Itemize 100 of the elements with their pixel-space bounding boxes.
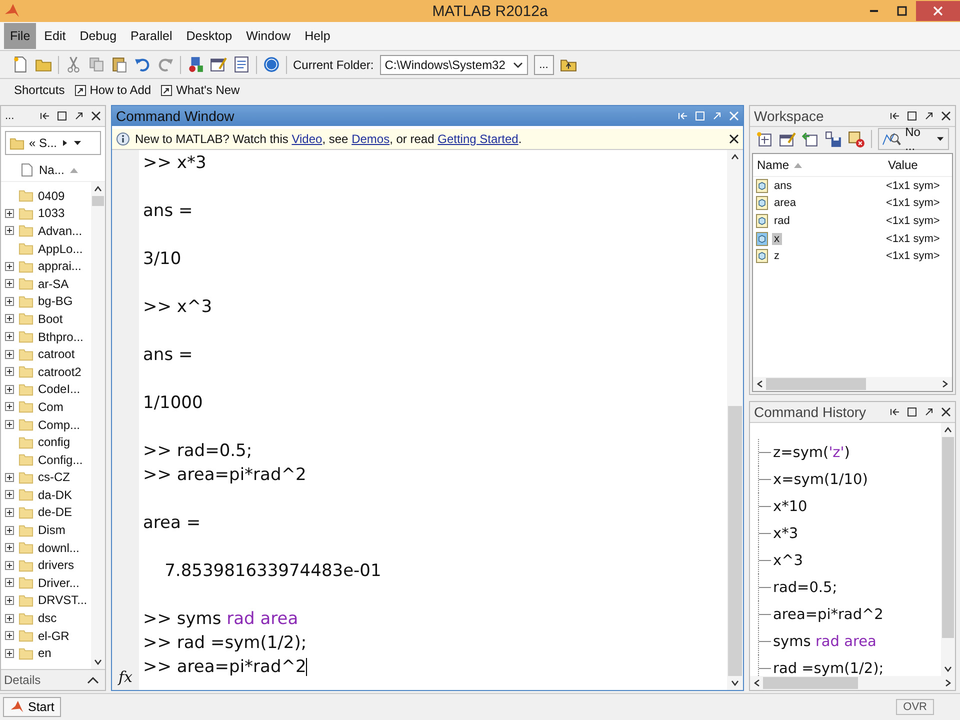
scrollbar[interactable] xyxy=(727,150,743,690)
expand-icon[interactable] xyxy=(5,402,14,412)
close-icon[interactable] xyxy=(941,111,951,121)
folder-name[interactable]: 1033 xyxy=(38,206,65,220)
history-entry[interactable]: x*3 xyxy=(773,526,798,542)
folder-name[interactable]: Com xyxy=(38,400,64,414)
function-browser-button[interactable]: fx xyxy=(118,668,132,686)
notice-link[interactable]: Demos xyxy=(352,132,390,146)
notice-link[interactable]: Video xyxy=(292,132,322,146)
menu-item[interactable]: Debug xyxy=(74,23,123,49)
menu-item[interactable]: Desktop xyxy=(180,23,238,49)
current-folder-field[interactable]: C:\Windows\System32 xyxy=(380,54,528,74)
folder-name[interactable]: CodeI... xyxy=(38,382,80,396)
undock-icon[interactable] xyxy=(74,111,84,121)
folder-name[interactable]: Comp... xyxy=(38,418,80,432)
menu-item[interactable]: Help xyxy=(298,23,336,49)
history-entry[interactable]: rad =sym(1/2); xyxy=(773,660,884,676)
folder-name[interactable]: en xyxy=(38,646,52,660)
expand-icon[interactable] xyxy=(5,560,14,570)
undock-icon[interactable] xyxy=(924,111,934,121)
expand-icon[interactable] xyxy=(5,350,14,359)
variable-name[interactable]: z xyxy=(772,250,782,262)
folder-name[interactable]: drivers xyxy=(38,558,74,572)
close-icon[interactable] xyxy=(729,134,739,144)
column-header[interactable]: Value xyxy=(888,158,952,172)
dock-icon[interactable] xyxy=(40,111,50,121)
undock-icon[interactable] xyxy=(924,407,934,417)
variable-name[interactable]: rad xyxy=(772,214,792,227)
folder-name[interactable]: Driver... xyxy=(38,576,80,590)
expand-icon[interactable] xyxy=(5,526,14,535)
folder-name[interactable]: da-DK xyxy=(38,488,72,502)
chevron-up-icon[interactable] xyxy=(87,676,99,684)
folder-name[interactable]: Config... xyxy=(38,452,83,467)
expand-icon[interactable] xyxy=(5,262,14,271)
folder-name[interactable]: Dism xyxy=(38,523,66,538)
folder-name[interactable]: DRVST... xyxy=(38,593,88,608)
expand-icon[interactable] xyxy=(5,648,14,658)
dock-icon[interactable] xyxy=(890,111,900,121)
menu-item[interactable]: Edit xyxy=(38,23,72,49)
expand-icon[interactable] xyxy=(5,367,14,376)
shortcut-link[interactable]: How to Add xyxy=(90,83,152,97)
folder-name[interactable]: Advan... xyxy=(38,224,82,238)
undo-icon[interactable] xyxy=(134,56,151,73)
scroll-thumb[interactable] xyxy=(942,437,954,638)
expand-icon[interactable] xyxy=(5,508,14,517)
expand-icon[interactable] xyxy=(5,279,14,288)
column-header[interactable]: Na... xyxy=(39,163,64,177)
folder-name[interactable]: catroot xyxy=(38,347,75,362)
paste-icon[interactable] xyxy=(111,56,128,73)
new-variable-icon[interactable] xyxy=(756,130,773,148)
expand-icon[interactable] xyxy=(5,332,14,342)
maximize-icon[interactable] xyxy=(907,111,917,121)
help-icon[interactable] xyxy=(263,56,280,73)
folder-name[interactable]: apprai... xyxy=(38,259,82,274)
folder-name[interactable]: el-GR xyxy=(38,628,70,643)
folder-name[interactable]: downl... xyxy=(38,540,80,555)
variable-name[interactable]: x xyxy=(772,232,782,245)
expand-icon[interactable] xyxy=(5,384,14,394)
variable-name[interactable]: area xyxy=(772,197,798,210)
history-entry[interactable]: x^3 xyxy=(773,552,803,568)
plot-selector-button[interactable]: No ... xyxy=(878,128,949,150)
expand-icon[interactable] xyxy=(5,631,14,640)
menu-item[interactable]: File xyxy=(4,23,36,49)
menu-item[interactable]: Window xyxy=(240,23,297,49)
scrollbar[interactable] xyxy=(91,182,105,669)
variable-name[interactable]: ans xyxy=(772,180,794,192)
folder-name[interactable]: Bthpro... xyxy=(38,330,84,344)
folder-name[interactable]: Boot xyxy=(38,312,63,326)
history-entry[interactable]: z=sym('z') xyxy=(773,444,850,460)
folder-name[interactable]: AppLo... xyxy=(38,242,83,256)
expand-icon[interactable] xyxy=(5,420,14,430)
history-entry[interactable]: syms rad area xyxy=(773,634,876,650)
cut-icon[interactable] xyxy=(65,56,82,73)
expand-icon[interactable] xyxy=(5,472,14,482)
delete-icon[interactable] xyxy=(848,130,865,148)
folder-name[interactable]: config xyxy=(38,435,70,450)
document-icon[interactable] xyxy=(233,56,250,73)
expand-icon[interactable] xyxy=(5,226,14,236)
scrollbar[interactable] xyxy=(750,676,955,690)
browse-button[interactable]: ... xyxy=(534,54,554,74)
save-icon[interactable] xyxy=(825,130,842,148)
expand-icon[interactable] xyxy=(5,314,14,324)
form-icon[interactable] xyxy=(210,56,227,73)
folder-name[interactable]: cs-CZ xyxy=(38,470,70,484)
close-button[interactable] xyxy=(916,1,960,21)
start-button[interactable]: Start xyxy=(3,697,62,717)
notice-link[interactable]: Getting Started xyxy=(438,132,518,146)
history-entry[interactable]: area=pi*rad^2 xyxy=(773,606,884,622)
folder-name[interactable]: 0409 xyxy=(38,188,65,203)
expand-icon[interactable] xyxy=(5,614,14,623)
menu-item[interactable]: Parallel xyxy=(124,23,178,49)
history-entry[interactable]: x=sym(1/10) xyxy=(773,472,868,488)
scroll-thumb[interactable] xyxy=(92,196,104,206)
blocks-icon[interactable] xyxy=(187,56,204,73)
maximize-icon[interactable] xyxy=(907,407,917,417)
expand-icon[interactable] xyxy=(5,208,14,218)
folder-name[interactable]: catroot2 xyxy=(38,364,82,379)
scroll-thumb[interactable] xyxy=(728,406,742,676)
expand-icon[interactable] xyxy=(5,596,14,605)
expand-icon[interactable] xyxy=(5,296,14,306)
